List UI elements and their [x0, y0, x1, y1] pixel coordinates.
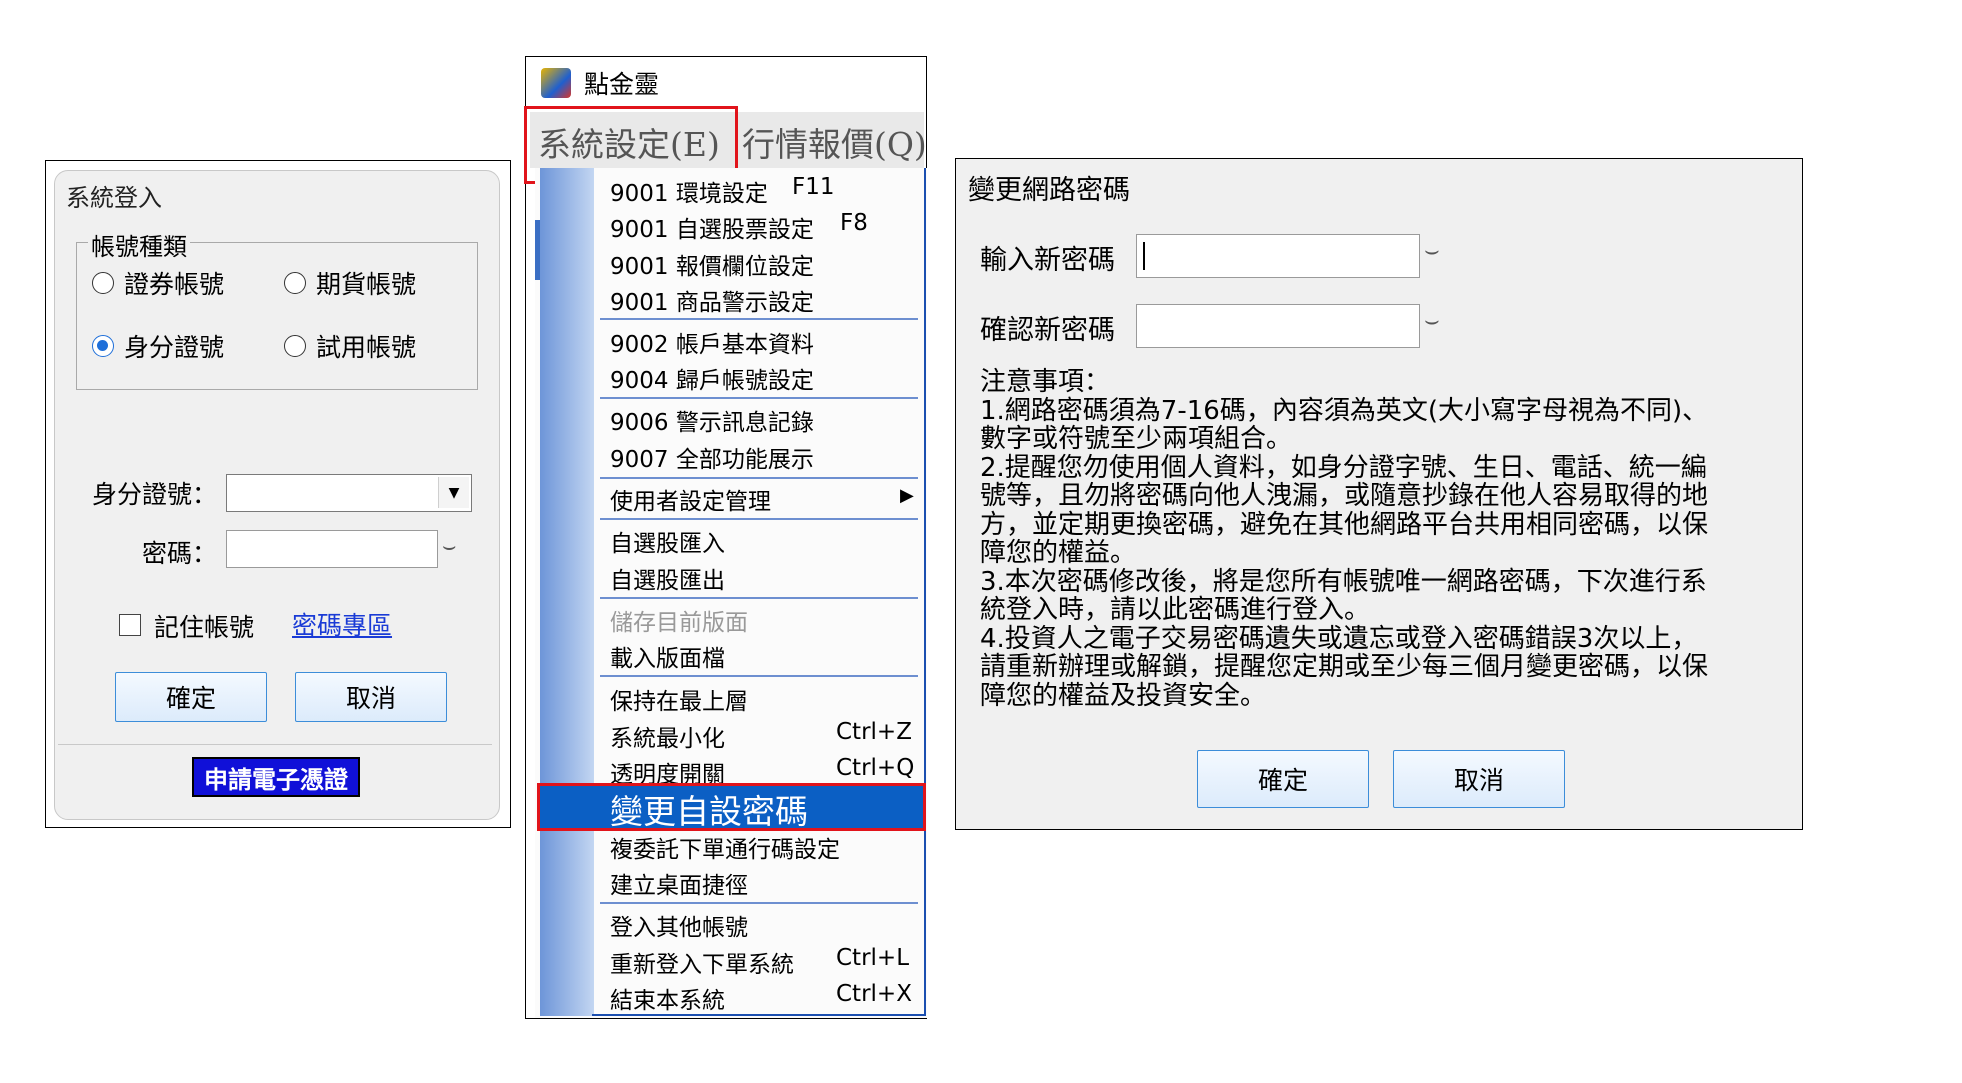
- menu-shortcut: Ctrl+L: [836, 945, 910, 971]
- menu-shortcut: Ctrl+Q: [836, 755, 915, 781]
- notes-line: 注意事項：: [980, 367, 1111, 397]
- apply-certificate-button[interactable]: 申請電子憑證: [192, 757, 360, 797]
- menu-item-account-basic-info[interactable]: 9002 帳戶基本資料: [610, 325, 814, 359]
- radio-securities-account[interactable]: 證券帳號: [92, 265, 224, 301]
- change-password-title: 變更網路密碼: [968, 175, 1130, 206]
- radio-trial-account[interactable]: 試用帳號: [284, 328, 416, 364]
- new-password-label: 輸入新密碼: [980, 245, 1115, 276]
- password-notes: 注意事項： 1.網路密碼須為7-16碼，內容須為英文(大小寫字母視為不同)、 數…: [980, 368, 1788, 710]
- radio-button[interactable]: [284, 272, 306, 294]
- eye-closed-icon[interactable]: ⌣: [1424, 306, 1440, 334]
- menu-item-desktop-shortcut[interactable]: 建立桌面捷徑: [610, 866, 748, 900]
- notes-line: 號等，且勿將密碼向他人洩漏，或隨意抄錄在他人容易取得的地: [980, 481, 1709, 511]
- password-zone-link[interactable]: 密碼專區: [292, 606, 392, 642]
- menu-item-quote-columns[interactable]: 9001 報價欄位設定: [610, 247, 814, 281]
- radio-label: 試用帳號: [316, 333, 417, 362]
- menu-item-product-alerts[interactable]: 9001 商品警示設定: [610, 283, 814, 317]
- menu-item-relogin-order-system[interactable]: 重新登入下單系統: [610, 945, 794, 979]
- menu-item-user-settings-manager[interactable]: 使用者設定管理: [610, 482, 771, 516]
- menu-edge: [535, 220, 540, 280]
- id-number-combobox[interactable]: ▼: [226, 474, 472, 512]
- menu-separator: [600, 675, 918, 677]
- menu-item-minimize[interactable]: 系統最小化: [610, 719, 725, 753]
- notes-line: 3.本次密碼修改後，將是您所有帳號唯一網路密碼，下次進行系: [980, 566, 1707, 597]
- menu-separator: [600, 902, 918, 904]
- notes-line: 4.投資人之電子交易密碼遺失或遺忘或登入密碼錯誤3次以上，: [980, 623, 1698, 654]
- submenu-arrow-icon: ▶: [900, 485, 914, 506]
- notes-line: 統登入時，請以此密碼進行登入。: [980, 595, 1371, 625]
- menu-separator: [600, 597, 918, 599]
- radio-button[interactable]: [284, 335, 306, 357]
- menu-item-all-functions[interactable]: 9007 全部功能展示: [610, 440, 814, 474]
- notes-line: 障您的權益。: [980, 538, 1137, 568]
- dropdown-arrow-icon[interactable]: ▼: [438, 477, 469, 508]
- radio-button-checked[interactable]: [92, 335, 114, 357]
- menu-item-account-linking[interactable]: 9004 歸戶帳號設定: [610, 361, 814, 395]
- change-password-ok-button[interactable]: 確定: [1197, 750, 1369, 808]
- highlight-box: [537, 783, 926, 831]
- text-caret: [1143, 242, 1145, 270]
- app-title: 點金靈: [584, 70, 660, 99]
- notes-line: 障您的權益及投資安全。: [980, 680, 1267, 711]
- notes-line: 請重新辦理或解鎖，提醒您定期或至少每三個月變更密碼，以保: [980, 652, 1709, 682]
- menu-separator: [600, 518, 918, 520]
- menu-item-export-watchlist[interactable]: 自選股匯出: [610, 561, 725, 595]
- menu-icon-strip: [540, 168, 594, 1016]
- menu-item-always-on-top[interactable]: 保持在最上層: [610, 682, 748, 716]
- menu-item-alert-log[interactable]: 9006 警示訊息記錄: [610, 403, 814, 437]
- menu-separator: [600, 318, 918, 320]
- login-ok-button[interactable]: 確定: [115, 672, 267, 722]
- id-number-label: 身分證號：: [92, 480, 218, 509]
- login-cancel-button[interactable]: 取消: [295, 672, 447, 722]
- menu-item-exit[interactable]: 結束本系統: [610, 981, 725, 1015]
- notes-line: 1.網路密碼須為7-16碼，內容須為英文(大小寫字母視為不同)、: [980, 395, 1709, 426]
- confirm-password-field[interactable]: [1136, 304, 1420, 348]
- radio-label: 證券帳號: [124, 270, 225, 299]
- menu-item-watchlist-settings[interactable]: 9001 自選股票設定: [610, 210, 814, 244]
- notes-line: 2.提醒您勿使用個人資料，如身分證字號、生日、電話、統一編: [980, 452, 1707, 483]
- divider: [58, 744, 492, 745]
- menu-item-save-layout: 儲存目前版面: [610, 610, 748, 636]
- radio-button[interactable]: [92, 272, 114, 294]
- eye-closed-icon[interactable]: ⌣: [1424, 236, 1440, 264]
- password-label: 密碼：: [142, 539, 218, 568]
- notes-line: 方，並定期更換密碼，避免在其他網路平台共用相同密碼，以保: [980, 509, 1709, 540]
- radio-label: 身分證號: [124, 333, 225, 362]
- notes-line: 數字或符號至少兩項組合。: [980, 424, 1293, 454]
- radio-label: 期貨帳號: [316, 270, 417, 299]
- change-password-cancel-button[interactable]: 取消: [1393, 750, 1565, 808]
- password-field[interactable]: [226, 530, 438, 568]
- menu-quotes[interactable]: 行情報價(Q): [742, 118, 927, 166]
- login-dialog-title: 系統登入: [66, 184, 162, 212]
- menu-shortcut: Ctrl+X: [836, 981, 912, 1007]
- eye-closed-icon[interactable]: ⌣: [442, 534, 456, 559]
- confirm-password-label: 確認新密碼: [980, 315, 1115, 346]
- menu-item-import-watchlist[interactable]: 自選股匯入: [610, 524, 725, 558]
- menu-shortcut: F11: [792, 174, 835, 200]
- menu-shortcut: Ctrl+Z: [836, 719, 912, 745]
- menu-item-environment-settings[interactable]: 9001 環境設定: [610, 174, 768, 208]
- remember-account-checkbox[interactable]: [119, 614, 141, 636]
- menu-item-subbrokerage-passcode[interactable]: 複委託下單通行碼設定: [610, 830, 840, 864]
- menu-item-login-other-account[interactable]: 登入其他帳號: [610, 908, 748, 942]
- app-logo-icon: [541, 68, 571, 98]
- menu-shortcut: F8: [840, 210, 868, 236]
- new-password-field[interactable]: [1136, 234, 1420, 278]
- menu-separator: [600, 477, 918, 479]
- menu-separator: [600, 397, 918, 399]
- menu-item-load-layout[interactable]: 載入版面檔: [610, 639, 725, 673]
- radio-id-number[interactable]: 身分證號: [92, 328, 224, 364]
- radio-futures-account[interactable]: 期貨帳號: [284, 265, 416, 301]
- remember-account-label: 記住帳號: [154, 613, 255, 642]
- account-type-legend: 帳號種類: [88, 227, 190, 262]
